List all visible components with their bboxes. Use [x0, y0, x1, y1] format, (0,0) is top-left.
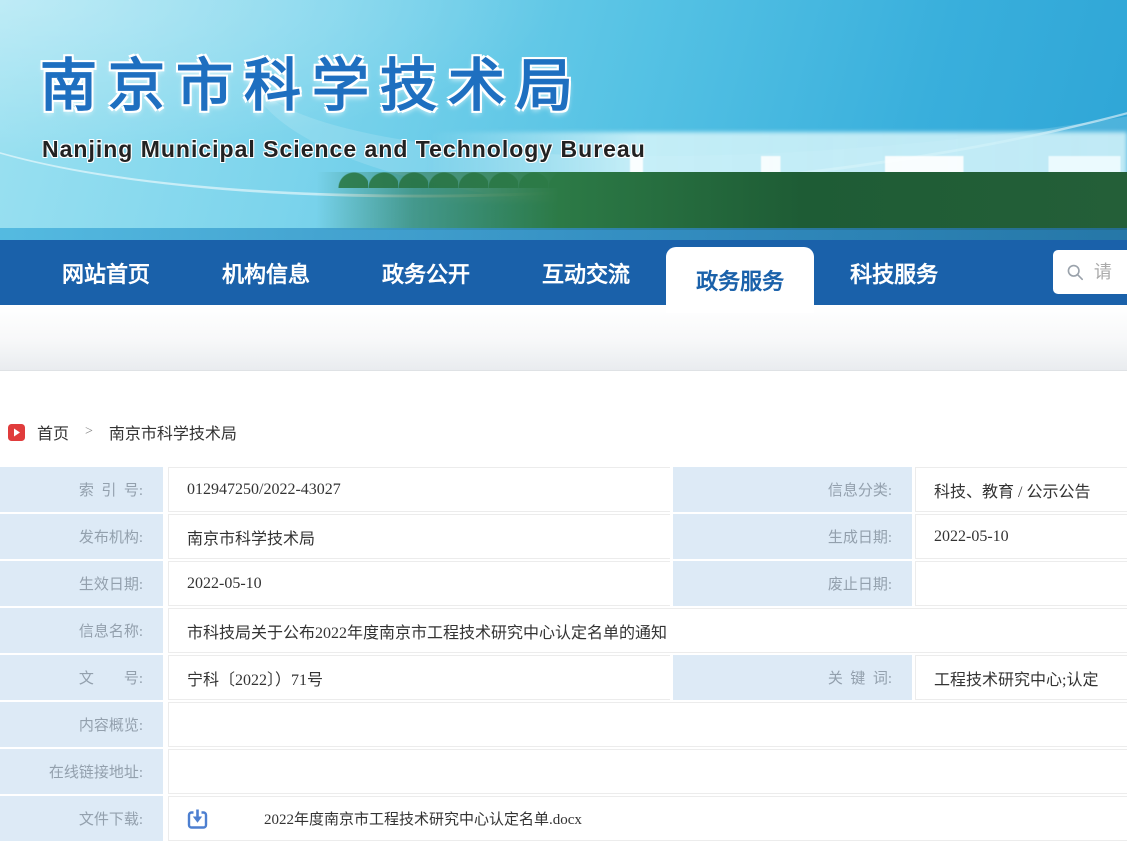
breadcrumb-current-page: 南京市科学技术局	[109, 420, 237, 444]
document-info-table: 索 引 号: 012947250/2022-43027 信息分类: 科技、教育 …	[0, 467, 1127, 843]
banner-treeline	[316, 172, 1127, 230]
banner-water-strip	[0, 228, 1127, 240]
breadcrumb-home-link[interactable]: 首页	[37, 420, 69, 444]
main-navigation: 网站首页 机构信息 政务公开 互动交流 政务服务 科技服务	[0, 240, 1127, 305]
search-icon	[1066, 261, 1084, 283]
nav-item-gov-services-active[interactable]: 政务服务	[666, 247, 814, 313]
content-overview-label: 内容概览:	[0, 702, 163, 747]
site-title: 南京市科学技术局	[40, 40, 584, 122]
online-link-label: 在线链接地址:	[0, 749, 163, 794]
index-number-value: 012947250/2022-43027	[168, 467, 670, 512]
breadcrumb-separator: >	[85, 424, 93, 440]
issuing-agency-value: 南京市科学技术局	[168, 514, 670, 559]
table-row-index-number: 索 引 号: 012947250/2022-43027 信息分类: 科技、教育 …	[0, 467, 1127, 512]
nav-item-interaction[interactable]: 互动交流	[506, 240, 666, 305]
download-icon[interactable]	[187, 808, 208, 829]
table-row-online-link: 在线链接地址:	[0, 749, 1127, 794]
breadcrumb: 首页 > 南京市科学技术局	[8, 420, 237, 444]
effective-date-value: 2022-05-10	[168, 561, 670, 606]
info-category-label: 信息分类:	[673, 467, 912, 512]
table-row-issuing-agency: 发布机构: 南京市科学技术局 生成日期: 2022-05-10	[0, 514, 1127, 559]
expiry-date-value	[915, 561, 1127, 606]
document-number-value: 宁科〔2022〕）71号	[168, 655, 670, 700]
table-row-content-overview: 内容概览:	[0, 702, 1127, 747]
nav-item-tech-services[interactable]: 科技服务	[814, 240, 974, 305]
info-name-label: 信息名称:	[0, 608, 163, 653]
keywords-value: 工程技术研究中心;认定	[915, 655, 1127, 700]
search-input[interactable]	[1094, 262, 1127, 283]
content-overview-value	[168, 702, 1127, 747]
download-file-link[interactable]: 2022年度南京市工程技术研究中心认定名单.docx	[264, 808, 582, 829]
expiry-date-label: 废止日期:	[673, 561, 912, 606]
info-category-value: 科技、教育 / 公示公告	[915, 467, 1127, 512]
index-number-label: 索 引 号:	[0, 467, 163, 512]
table-row-file-download: 文件下载: 2022年度南京市工程技术研究中心认定名单.docx	[0, 796, 1127, 841]
site-subtitle: Nanjing Municipal Science and Technology…	[42, 136, 646, 163]
site-banner: 南京市科学技术局 Nanjing Municipal Science and T…	[0, 0, 1127, 240]
breadcrumb-home-icon	[8, 424, 25, 441]
nav-item-organization[interactable]: 机构信息	[186, 240, 346, 305]
effective-date-label: 生效日期:	[0, 561, 163, 606]
online-link-value	[168, 749, 1127, 794]
nav-subband	[0, 305, 1127, 371]
table-row-info-name: 信息名称: 市科技局关于公布2022年度南京市工程技术研究中心认定名单的通知	[0, 608, 1127, 653]
table-row-document-number: 文 号: 宁科〔2022〕）71号 关 键 词: 工程技术研究中心;认定	[0, 655, 1127, 700]
issuing-agency-label: 发布机构:	[0, 514, 163, 559]
keywords-label: 关 键 词:	[673, 655, 912, 700]
info-name-value: 市科技局关于公布2022年度南京市工程技术研究中心认定名单的通知	[168, 608, 1127, 653]
creation-date-value: 2022-05-10	[915, 514, 1127, 559]
table-row-effective-date: 生效日期: 2022-05-10 废止日期:	[0, 561, 1127, 606]
search-box[interactable]	[1053, 250, 1127, 294]
nav-item-home[interactable]: 网站首页	[26, 240, 186, 305]
nav-item-gov-disclosure[interactable]: 政务公开	[346, 240, 506, 305]
page: 南京市科学技术局 Nanjing Municipal Science and T…	[0, 0, 1127, 845]
document-number-label: 文 号:	[0, 655, 163, 700]
file-download-cell: 2022年度南京市工程技术研究中心认定名单.docx	[168, 796, 1127, 841]
file-download-label: 文件下载:	[0, 796, 163, 841]
creation-date-label: 生成日期:	[673, 514, 912, 559]
